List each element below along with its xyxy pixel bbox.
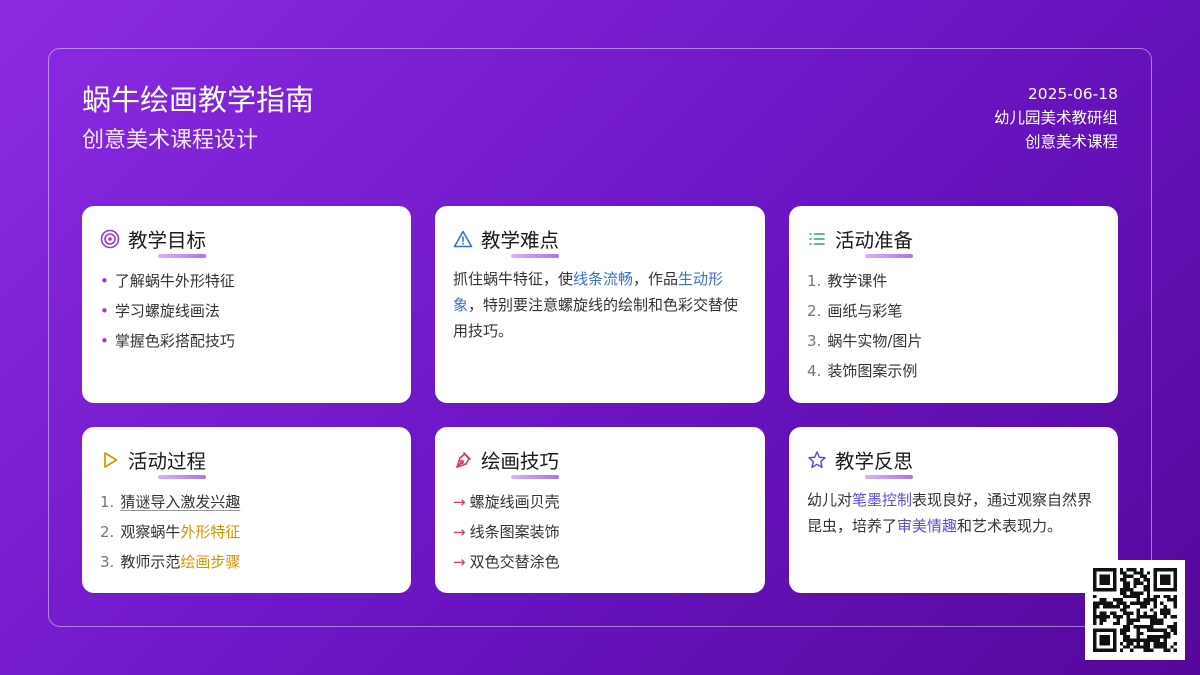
card-title: 教学目标 [128,224,207,258]
card-header: 教学反思 [807,445,1100,479]
target-icon [100,229,120,249]
org-label: 幼儿园美术教研组 [993,109,1118,127]
card-title: 活动过程 [128,445,207,479]
list-item: 1. 教学课件 [807,272,888,290]
list-item: 3. 蜗牛实物/图片 [807,332,923,350]
pen-icon [453,450,473,470]
list-item: 2. 观察蜗牛外形特征 [100,523,241,541]
card-title: 教学难点 [481,224,560,258]
card-teaching-reflection: 教学反思 幼儿对笔墨控制表现良好，通过观察自然界昆虫，培养了审美情趣和艺术表现力… [789,427,1118,593]
list-icon [807,229,827,249]
course-label: 创意美术课程 [1024,133,1118,151]
warning-icon [453,229,473,249]
date-label: 2025-06-18 [1027,85,1118,103]
card-header: 活动准备 [807,224,1100,258]
list-item: • 掌握色彩搭配技巧 [100,332,235,350]
page-subtitle: 创意美术课程设计 [82,128,259,153]
list-item: → 螺旋线画贝壳 [453,493,560,511]
card-header: 绘画技巧 [453,445,747,479]
list-item: → 线条图案装饰 [453,523,560,541]
highlight: 线条流畅 [573,270,634,288]
card-title: 活动准备 [835,224,914,258]
card-header: 教学难点 [453,224,747,258]
card-title: 绘画技巧 [481,445,560,479]
star-icon [807,450,827,470]
card-activity-prep: 活动准备 1. 教学课件 2. 画纸与彩笔 3. 蜗牛实物/图片 4. 装饰图案示例 [789,206,1118,403]
prep-list: 1. 教学课件 2. 画纸与彩笔 3. 蜗牛实物/图片 4. 装饰图案示例 [807,266,1100,386]
difficulty-text: 抓住蜗牛特征，使线条流畅，作品生动形象，特别要注意螺旋线的绘制和色彩交替使用技巧… [453,270,739,340]
highlight: 绘画步骤 [180,553,241,571]
list-item: 1. 猜谜导入激发兴趣 [100,493,241,511]
play-icon [100,450,120,470]
list-item: → 双色交替涂色 [453,553,560,571]
card-header: 教学目标 [100,224,393,258]
qr-code[interactable] [1085,560,1185,660]
highlight: 笔墨控制 [852,491,913,509]
highlight: 外形特征 [180,523,241,541]
card-teaching-difficulty: 教学难点 抓住蜗牛特征，使线条流畅，作品生动形象，特别要注意螺旋线的绘制和色彩交… [435,206,765,403]
goals-list: • 了解蜗牛外形特征 • 学习螺旋线画法 • 掌握色彩搭配技巧 [100,266,393,356]
qr-code-graphic [1093,568,1177,652]
highlight: 审美情趣 [897,517,958,535]
tips-list: → 螺旋线画贝壳 → 线条图案装饰 → 双色交替涂色 [453,487,747,577]
card-title: 教学反思 [835,445,914,479]
page-title: 蜗牛绘画教学指南 [82,83,315,117]
list-item: 3. 教师示范绘画步骤 [100,553,241,571]
list-item: • 学习螺旋线画法 [100,302,220,320]
card-activity-process: 活动过程 1. 猜谜导入激发兴趣 2. 观察蜗牛外形特征 3. 教师示范绘画步骤 [82,427,411,593]
card-header: 活动过程 [100,445,393,479]
card-teaching-goals: 教学目标 • 了解蜗牛外形特征 • 学习螺旋线画法 • 掌握色彩搭配技巧 [82,206,411,403]
process-list: 1. 猜谜导入激发兴趣 2. 观察蜗牛外形特征 3. 教师示范绘画步骤 [100,487,393,577]
list-item: • 了解蜗牛外形特征 [100,272,235,290]
header-meta: 2025-06-18 幼儿园美术教研组 创意美术课程 [994,82,1118,154]
card-drawing-tips: 绘画技巧 → 螺旋线画贝壳 → 线条图案装饰 → 双色交替涂色 [435,427,765,593]
list-item: 2. 画纸与彩笔 [807,302,903,320]
list-item: 4. 装饰图案示例 [807,362,918,380]
reflection-text: 幼儿对笔墨控制表现良好，通过观察自然界昆虫，培养了审美情趣和艺术表现力。 [807,491,1093,535]
